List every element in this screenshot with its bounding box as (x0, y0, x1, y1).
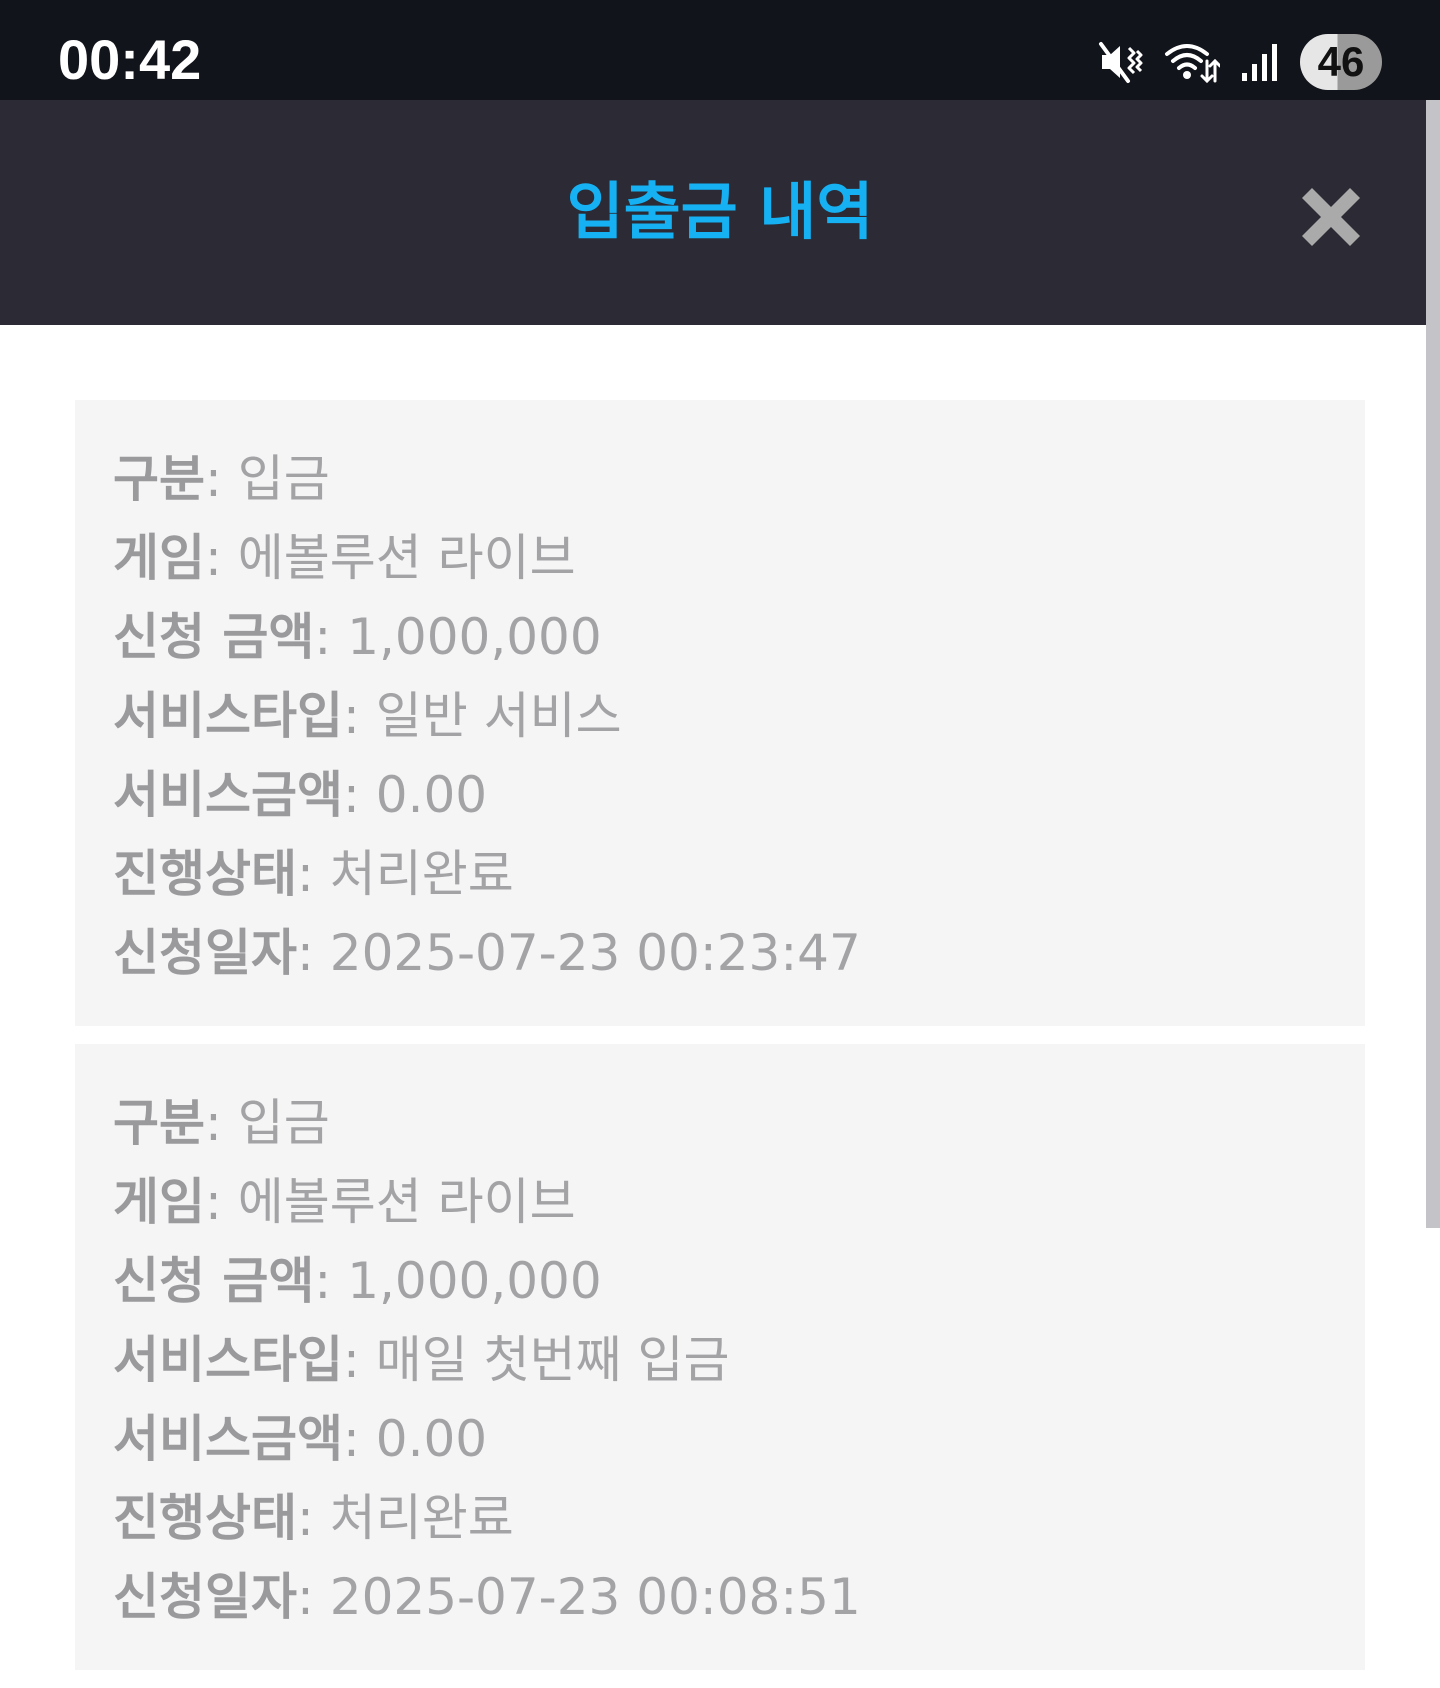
service-amount-separator: : (343, 766, 360, 824)
date-separator: : (297, 924, 314, 982)
close-icon (1302, 188, 1360, 246)
amount-separator: : (314, 608, 332, 666)
game-label: 게임 (113, 1173, 205, 1231)
type-separator: : (205, 1094, 222, 1152)
game-value: 에볼루션 라이브 (237, 529, 576, 587)
status-value: 처리완료 (329, 845, 514, 903)
battery-icon: 46 (1300, 34, 1382, 90)
game-row: 게임: 에볼루션 라이브 (113, 519, 1365, 598)
service-amount-label: 서비스금액 (113, 766, 343, 824)
type-row: 구분: 입금 (113, 440, 1365, 519)
status-value: 처리완료 (329, 1489, 514, 1547)
game-separator: : (205, 529, 222, 587)
date-value: 2025-07-23 00:08:51 (329, 1568, 861, 1626)
type-value: 입금 (237, 450, 330, 508)
type-label: 구분 (113, 1094, 205, 1152)
service-type-separator: : (343, 1331, 360, 1389)
status-icons: 46 (1098, 30, 1382, 94)
wifi-icon (1164, 39, 1220, 85)
close-button[interactable] (1296, 182, 1366, 252)
signal-icon (1240, 39, 1280, 85)
scrollbar-thumb[interactable] (1426, 100, 1440, 1228)
service-amount-label: 서비스금액 (113, 1410, 343, 1468)
type-separator: : (205, 450, 222, 508)
amount-value: 1,000,000 (347, 608, 602, 666)
status-separator: : (297, 845, 314, 903)
date-label: 신청일자 (113, 1568, 297, 1626)
service-amount-separator: : (343, 1410, 360, 1468)
service-type-label: 서비스타입 (113, 1331, 343, 1389)
service-type-row: 서비스타입: 매일 첫번째 입금 (113, 1321, 1365, 1400)
date-row: 신청일자: 2025-07-23 00:23:47 (113, 914, 1365, 993)
status-label: 진행상태 (113, 1489, 297, 1547)
status-bar: 00:42 46 (0, 0, 1440, 100)
status-label: 진행상태 (113, 845, 297, 903)
status-separator: : (297, 1489, 314, 1547)
service-amount-value: 0.00 (375, 766, 488, 824)
type-value: 입금 (237, 1094, 330, 1152)
date-value: 2025-07-23 00:23:47 (329, 924, 861, 982)
status-row: 진행상태: 처리완료 (113, 1479, 1365, 1558)
date-row: 신청일자: 2025-07-23 00:08:51 (113, 1558, 1365, 1637)
amount-value: 1,000,000 (347, 1252, 602, 1310)
transaction-card: 구분: 입금 게임: 에볼루션 라이브 신청 금액: 1,000,000 서비스… (75, 400, 1365, 1026)
service-type-row: 서비스타입: 일반 서비스 (113, 677, 1365, 756)
game-separator: : (205, 1173, 222, 1231)
amount-row: 신청 금액: 1,000,000 (113, 1242, 1365, 1321)
date-label: 신청일자 (113, 924, 297, 982)
service-type-separator: : (343, 687, 360, 745)
game-row: 게임: 에볼루션 라이브 (113, 1163, 1365, 1242)
transaction-card: 구분: 입금 게임: 에볼루션 라이브 신청 금액: 1,000,000 서비스… (75, 1044, 1365, 1670)
page-title: 입출금 내역 (566, 175, 874, 248)
amount-label: 신청 금액 (113, 1252, 315, 1310)
amount-separator: : (314, 1252, 332, 1310)
service-type-value: 일반 서비스 (375, 687, 622, 745)
game-value: 에볼루션 라이브 (237, 1173, 576, 1231)
status-time: 00:42 (58, 28, 202, 91)
service-amount-value: 0.00 (375, 1410, 488, 1468)
modal-header: 입출금 내역 (0, 100, 1440, 325)
amount-row: 신청 금액: 1,000,000 (113, 598, 1365, 677)
type-row: 구분: 입금 (113, 1084, 1365, 1163)
service-amount-row: 서비스금액: 0.00 (113, 1400, 1365, 1479)
game-label: 게임 (113, 529, 205, 587)
status-row: 진행상태: 처리완료 (113, 835, 1365, 914)
date-separator: : (297, 1568, 314, 1626)
type-label: 구분 (113, 450, 205, 508)
transaction-list: 구분: 입금 게임: 에볼루션 라이브 신청 금액: 1,000,000 서비스… (75, 400, 1365, 1688)
amount-label: 신청 금액 (113, 608, 315, 666)
mute-vibrate-icon (1098, 39, 1144, 85)
service-type-value: 매일 첫번째 입금 (375, 1331, 730, 1389)
service-amount-row: 서비스금액: 0.00 (113, 756, 1365, 835)
service-type-label: 서비스타입 (113, 687, 343, 745)
